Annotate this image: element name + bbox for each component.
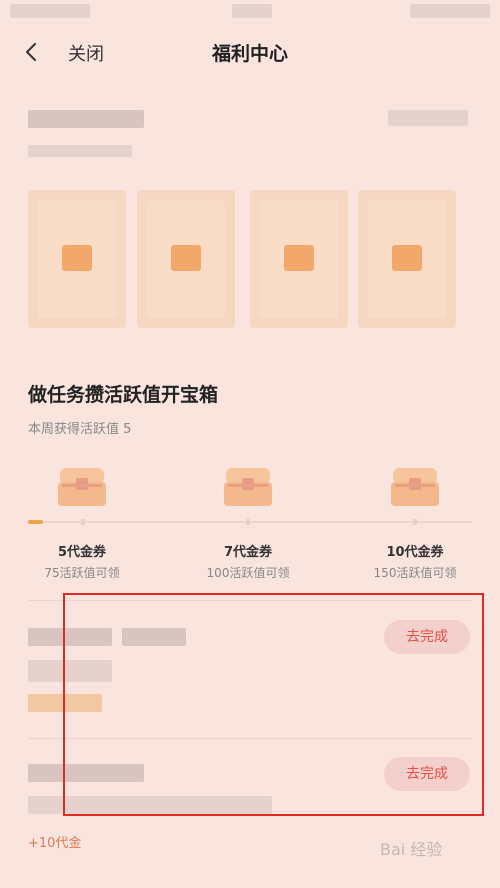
treasure-chest-icon[interactable] bbox=[389, 464, 441, 508]
status-blur-left bbox=[10, 4, 90, 18]
status-blur-center bbox=[232, 4, 272, 18]
card-icon bbox=[392, 245, 422, 271]
highlight-annotation-box bbox=[63, 593, 484, 816]
status-bar bbox=[0, 0, 500, 24]
reward-label: 5代金券 bbox=[57, 545, 107, 560]
treasure-chest-icon[interactable] bbox=[222, 464, 274, 508]
benefit-card[interactable] bbox=[358, 190, 456, 328]
treasure-chest-icon[interactable] bbox=[56, 464, 108, 508]
progress-tick bbox=[81, 519, 85, 525]
status-blur-right bbox=[410, 4, 490, 18]
baidu-watermark: Bai 经验 bbox=[380, 840, 443, 859]
card-icon bbox=[284, 245, 314, 271]
benefit-card[interactable] bbox=[137, 190, 235, 328]
reward-requirement: 150活跃值可领 bbox=[373, 566, 457, 580]
reward-label: 7代金券 bbox=[223, 545, 273, 560]
card-icon bbox=[62, 245, 92, 271]
page-title: 福利中心 bbox=[211, 43, 288, 65]
navigation-bar: 关闭 福利中心 bbox=[0, 28, 500, 76]
user-subinfo-blurred bbox=[28, 145, 132, 157]
benefit-card[interactable] bbox=[250, 190, 348, 328]
reward-requirement: 100活跃值可领 bbox=[206, 566, 290, 580]
activity-progress-track bbox=[28, 521, 472, 523]
progress-tick bbox=[413, 519, 417, 525]
benefit-card[interactable] bbox=[28, 190, 126, 328]
user-info-blurred bbox=[28, 110, 144, 128]
user-extra-blurred bbox=[388, 110, 468, 126]
reward-label: 10代金券 bbox=[386, 545, 444, 560]
reward-requirement: 75活跃值可领 bbox=[44, 566, 120, 580]
task-reward-text: +10代金 bbox=[28, 836, 82, 851]
weekly-activity-text: 本周获得活跃值 5 bbox=[28, 422, 132, 437]
progress-tick bbox=[246, 519, 250, 525]
activity-progress-fill bbox=[28, 520, 43, 524]
card-icon bbox=[171, 245, 201, 271]
section-title: 做任务攒活跃值开宝箱 bbox=[28, 384, 219, 406]
